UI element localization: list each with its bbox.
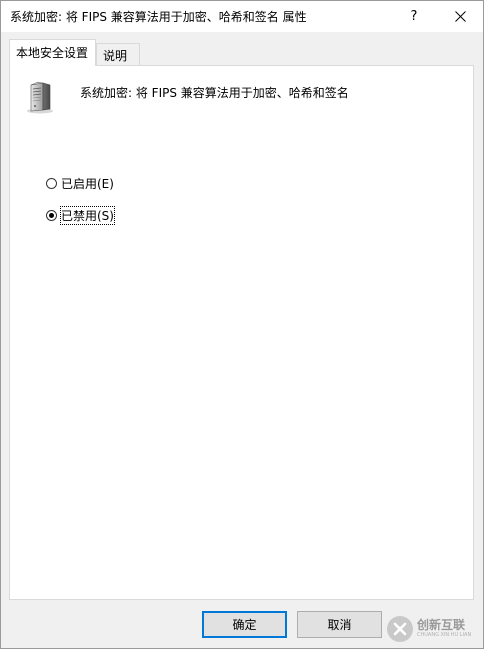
window-title: 系统加密: 将 FIPS 兼容算法用于加密、哈希和签名 属性 xyxy=(10,10,307,24)
radio-circle-enabled[interactable] xyxy=(46,178,57,189)
radio-enabled-label: 已启用(E) xyxy=(61,177,114,191)
cancel-button[interactable]: 取消 xyxy=(297,611,382,638)
tab-explain[interactable]: 说明 xyxy=(96,43,140,65)
properties-dialog: 系统加密: 将 FIPS 兼容算法用于加密、哈希和签名 属性 ? 本地安全设置 … xyxy=(0,0,484,649)
ok-button[interactable]: 确定 xyxy=(202,611,287,638)
server-icon xyxy=(27,81,53,114)
close-button[interactable] xyxy=(437,1,483,32)
radio-enabled[interactable]: 已启用(E) xyxy=(46,175,114,192)
watermark-logo-icon xyxy=(387,616,413,642)
watermark-text: 创新互联 xyxy=(417,618,466,632)
help-button[interactable]: ? xyxy=(391,1,437,32)
tab-panel: 系统加密: 将 FIPS 兼容算法用于加密、哈希和签名 已启用(E) 已禁用(S… xyxy=(9,65,474,600)
radio-disabled-label: 已禁用(S) xyxy=(60,206,115,225)
title-bar: 系统加密: 将 FIPS 兼容算法用于加密、哈希和签名 属性 ? xyxy=(1,1,483,32)
watermark-text-block: 创新互联 CHUANG XIN HU LIAN xyxy=(417,619,471,639)
policy-name-label: 系统加密: 将 FIPS 兼容算法用于加密、哈希和签名 xyxy=(80,86,349,100)
watermark-subtext: CHUANG XIN HU LIAN xyxy=(417,632,472,638)
watermark: 创新互联 CHUANG XIN HU LIAN xyxy=(387,613,483,645)
radio-circle-disabled[interactable] xyxy=(46,210,57,221)
close-icon xyxy=(454,11,466,22)
help-icon: ? xyxy=(410,9,418,24)
tab-local-security-setting[interactable]: 本地安全设置 xyxy=(9,39,96,66)
radio-disabled[interactable]: 已禁用(S) xyxy=(46,206,115,225)
